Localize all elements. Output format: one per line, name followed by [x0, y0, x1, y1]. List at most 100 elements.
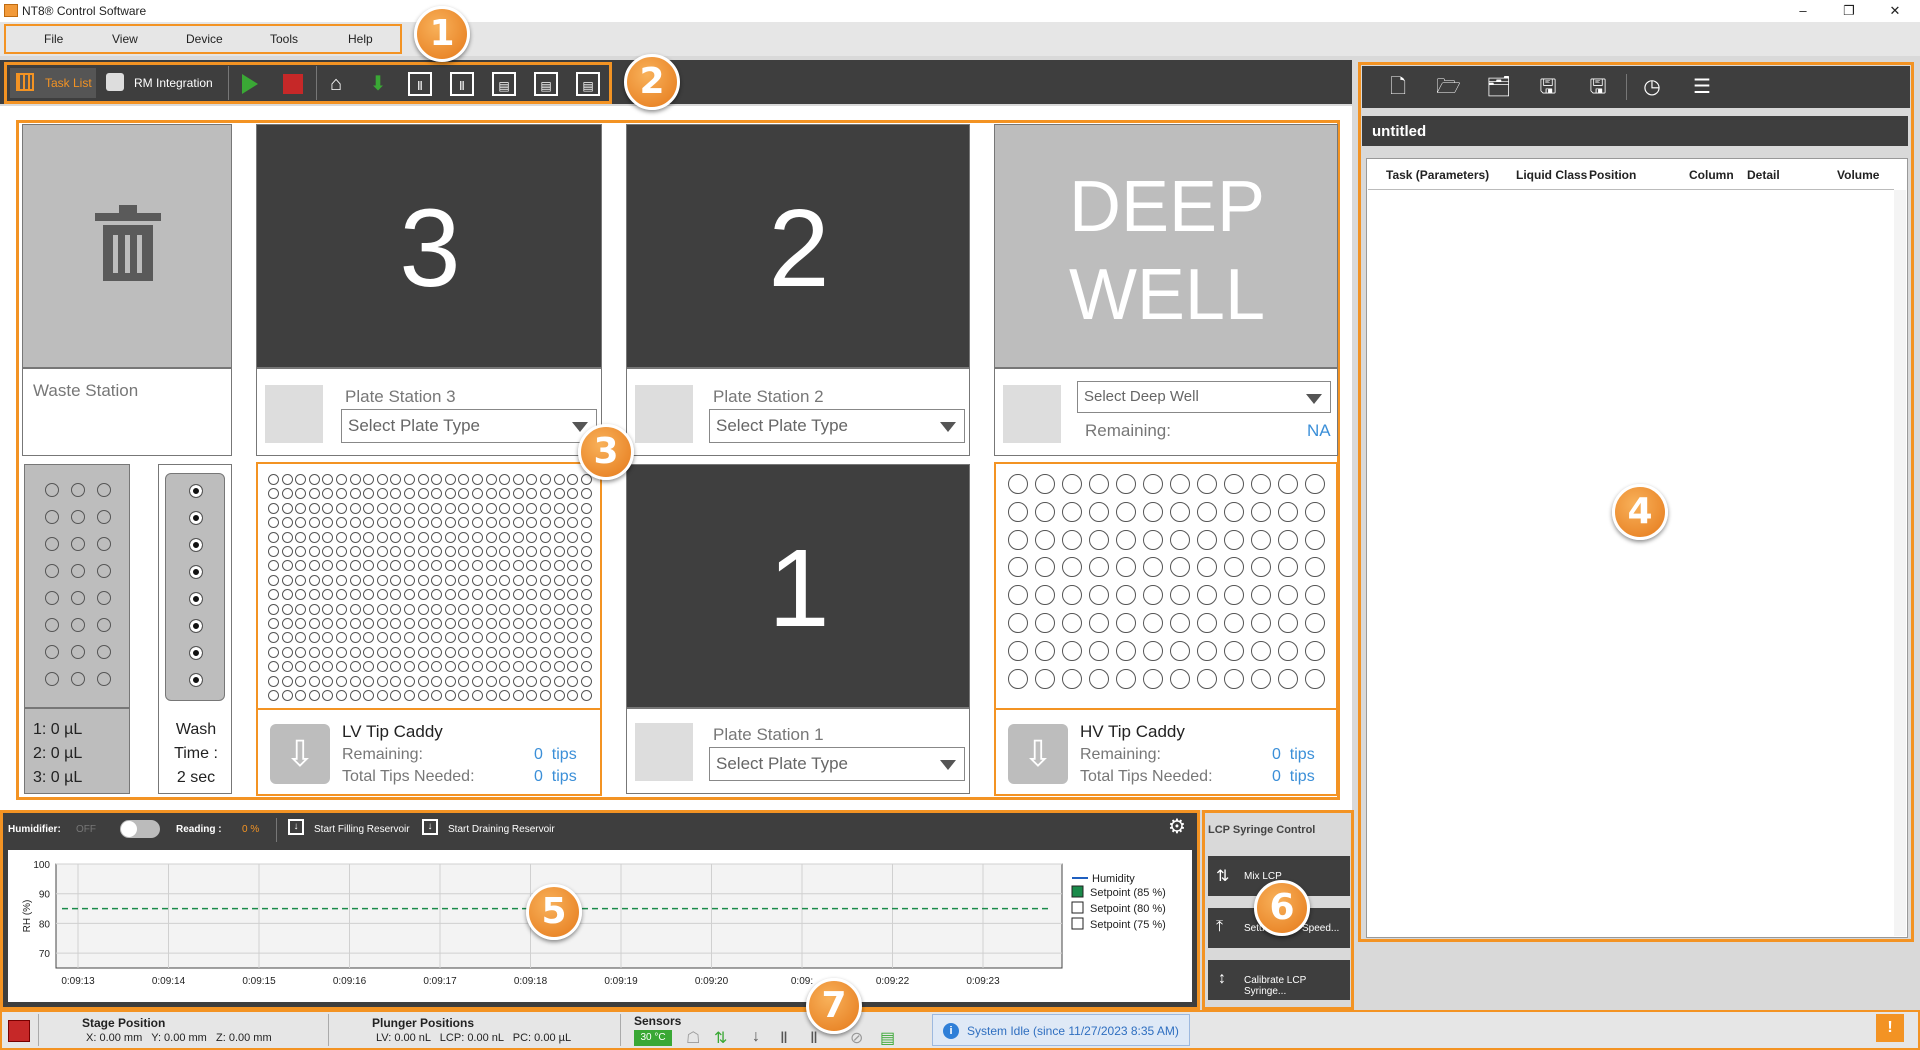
waste-station-tile[interactable]	[22, 124, 232, 368]
save-as-icon[interactable]: 🖫	[1586, 75, 1610, 99]
column-column[interactable]: Column	[1689, 168, 1734, 182]
hv-tip-eject-icon[interactable]: ⇩	[1008, 724, 1068, 784]
home-icon[interactable]: ⌂	[324, 72, 348, 96]
lv-tip-slot	[540, 546, 551, 557]
hv-tip-slot	[1008, 529, 1028, 550]
plate-station-2-tile[interactable]: 2	[626, 124, 970, 368]
lv-tip-slot	[336, 560, 347, 572]
prime-icon[interactable]: ⬇	[366, 72, 390, 96]
start-draining-button[interactable]: Start Draining Reservoir	[448, 824, 555, 835]
lv-tip-slot	[417, 632, 429, 644]
menu-tools[interactable]: Tools	[270, 32, 298, 46]
callout-badge-2: 2	[624, 54, 680, 110]
wash-well	[189, 592, 203, 606]
stop-icon[interactable]	[283, 74, 303, 94]
lv-tip-slot	[390, 603, 402, 615]
humidifier-label: Humidifier:	[8, 824, 61, 835]
menu-view[interactable]: View	[112, 32, 138, 46]
lv-head-icon[interactable]: Ⅱ	[408, 72, 432, 96]
hv-head-icon[interactable]: Ⅱ	[450, 72, 474, 96]
play-icon[interactable]	[242, 74, 258, 94]
open-folder-icon[interactable]: 🗁	[1436, 75, 1461, 99]
task-file-name: untitled	[1372, 123, 1427, 140]
start-filling-button[interactable]: Start Filling Reservoir	[314, 824, 410, 835]
calibrate-lcp-button[interactable]: ↕ Calibrate LCP Syringe...	[1208, 960, 1350, 1000]
column-task-parameters[interactable]: Task (Parameters)	[1386, 168, 1489, 182]
plate-station-1-select[interactable]: Select Plate Type	[709, 747, 965, 781]
lv-tip-slot	[485, 546, 497, 557]
new-file-icon[interactable]: 🗋	[1386, 75, 1410, 99]
reading-label: Reading :	[176, 824, 222, 835]
clock-icon[interactable]: ◷	[1640, 75, 1664, 99]
lv-tip-slot	[540, 690, 551, 701]
alert-icon[interactable]: !	[1876, 1014, 1904, 1042]
lv-tip-slot	[308, 675, 320, 687]
hv-tip-slot	[1251, 501, 1271, 522]
plate-station-1-tile[interactable]: 1	[626, 464, 970, 708]
wash-station[interactable]: Wash Time : 2 sec	[158, 464, 232, 794]
hv-tip-slot	[1278, 585, 1298, 606]
legend-setpoint-85-checkbox[interactable]	[1071, 885, 1084, 898]
legend-setpoint-75-checkbox[interactable]	[1071, 917, 1084, 930]
lv-tip-eject-icon[interactable]: ⇩	[270, 724, 330, 784]
lv-tip-slot	[444, 603, 456, 615]
task-list-button[interactable]: Task List	[10, 68, 96, 98]
lv-tip-slot	[308, 603, 320, 615]
task-table-scrollbar[interactable]	[1894, 190, 1906, 936]
emergency-stop-icon[interactable]	[8, 1020, 30, 1042]
column-detail[interactable]: Detail	[1747, 168, 1780, 182]
menu-device[interactable]: Device	[186, 32, 223, 46]
lv-tip-slot	[268, 474, 279, 485]
menu-file[interactable]: File	[44, 32, 63, 46]
lv-tip-slot	[417, 560, 429, 572]
plate-station-3-tile[interactable]: 3	[256, 124, 602, 368]
lv-tip-slot	[322, 488, 334, 500]
lv-tip-slot	[390, 690, 402, 701]
minimize-icon[interactable]: –	[1780, 0, 1826, 22]
lv-tip-slot	[376, 589, 388, 601]
lv-tip-slot	[472, 560, 483, 572]
lv-tip-slot	[499, 589, 511, 601]
lv-tip-caddy-grid[interactable]	[260, 466, 598, 706]
lv-tip-slot	[308, 589, 320, 601]
plate-station-3-select[interactable]: Select Plate Type	[341, 409, 597, 443]
position-1-icon[interactable]: ▤	[492, 72, 516, 96]
humidifier-toggle[interactable]	[120, 820, 160, 838]
lv-tip-slot	[567, 574, 579, 586]
lv-tip-slot	[363, 632, 375, 644]
close-icon[interactable]: ✕	[1872, 0, 1918, 22]
fill-reservoir-icon[interactable]: ↓	[288, 819, 304, 835]
column-position[interactable]: Position	[1589, 168, 1636, 182]
hv-tip-caddy-grid[interactable]	[998, 466, 1334, 706]
recent-folder-icon[interactable]: 🗂	[1486, 75, 1511, 99]
column-volume[interactable]: Volume	[1837, 168, 1879, 182]
deep-well-select[interactable]: Select Deep Well	[1077, 381, 1331, 413]
maximize-icon[interactable]: ❐	[1826, 0, 1872, 22]
hv-tip-slot	[1251, 474, 1271, 494]
lv-tip-slot	[417, 618, 429, 629]
task-table[interactable]	[1366, 158, 1908, 938]
menu-help[interactable]: Help	[348, 32, 373, 46]
lv-tip-slot	[349, 560, 361, 572]
lv-tip-slot	[512, 603, 524, 615]
gear-icon[interactable]: ⚙	[1166, 816, 1188, 838]
lv-tip-slot	[431, 618, 443, 629]
plate-station-2-select[interactable]: Select Plate Type	[709, 409, 965, 443]
save-icon[interactable]: 🖫	[1536, 75, 1560, 99]
lv-tip-slot	[444, 690, 456, 701]
position-3-icon[interactable]: ▤	[576, 72, 600, 96]
lv-tip-slot	[268, 618, 279, 629]
drain-reservoir-icon[interactable]: ↓	[422, 819, 438, 835]
reagent-reservoir-tile[interactable]	[24, 464, 130, 708]
reagent-well	[97, 564, 111, 578]
task-list-options-icon[interactable]: ☰	[1690, 75, 1714, 99]
legend-setpoint-80-checkbox[interactable]	[1071, 901, 1084, 914]
hv-tip-slot	[1224, 529, 1244, 550]
deep-well-tile[interactable]: DEEP WELL	[994, 124, 1338, 368]
column-liquid-class[interactable]: Liquid Class	[1516, 168, 1587, 182]
rm-integration-button[interactable]: RM Integration	[104, 68, 222, 98]
position-2-icon[interactable]: ▤	[534, 72, 558, 96]
deep-well-remaining-label: Remaining:	[1085, 421, 1171, 440]
hv-tip-slot	[1116, 529, 1136, 550]
chevron-down-icon	[572, 422, 588, 432]
